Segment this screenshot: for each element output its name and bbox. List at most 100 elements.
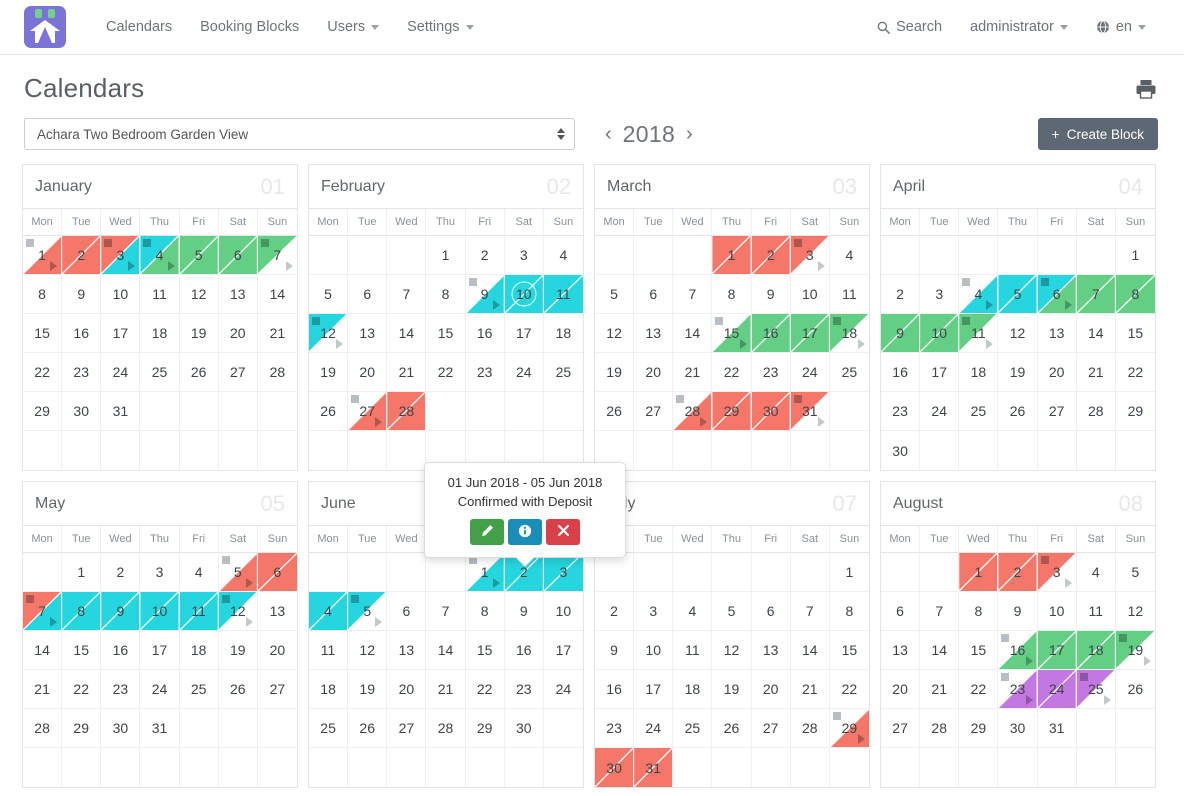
day-cell-may-22[interactable]: 22: [62, 670, 101, 709]
day-cell-january-5[interactable]: 5: [180, 236, 219, 275]
day-cell-april-29[interactable]: 29: [1116, 392, 1155, 431]
day-cell-march-9[interactable]: 9: [752, 275, 791, 314]
day-cell-august-17[interactable]: 17: [1038, 631, 1077, 670]
day-cell-february-26[interactable]: 26: [309, 392, 348, 431]
day-cell-july-7[interactable]: 7: [791, 592, 830, 631]
day-cell-april-15[interactable]: 15: [1116, 314, 1155, 353]
day-cell-february-3[interactable]: 3: [505, 236, 544, 275]
day-cell-january-30[interactable]: 30: [62, 392, 101, 431]
day-cell-january-17[interactable]: 17: [101, 314, 140, 353]
day-cell-june-30[interactable]: 30: [505, 709, 544, 748]
day-cell-june-29[interactable]: 29: [466, 709, 505, 748]
day-cell-march-16[interactable]: 16: [752, 314, 791, 353]
day-cell-january-14[interactable]: 14: [258, 275, 297, 314]
day-cell-june-28[interactable]: 28: [426, 709, 465, 748]
day-cell-july-16[interactable]: 16: [595, 670, 634, 709]
day-cell-august-24[interactable]: 24: [1038, 670, 1077, 709]
day-cell-august-12[interactable]: 12: [1116, 592, 1155, 631]
day-cell-january-16[interactable]: 16: [62, 314, 101, 353]
day-cell-august-20[interactable]: 20: [881, 670, 920, 709]
day-cell-may-29[interactable]: 29: [62, 709, 101, 748]
day-cell-march-26[interactable]: 26: [595, 392, 634, 431]
day-cell-may-27[interactable]: 27: [258, 670, 297, 709]
day-cell-august-19[interactable]: 19: [1116, 631, 1155, 670]
day-cell-june-15[interactable]: 15: [466, 631, 505, 670]
day-cell-april-21[interactable]: 21: [1077, 353, 1116, 392]
prev-year-button[interactable]: ‹: [605, 124, 612, 144]
day-cell-march-22[interactable]: 22: [712, 353, 751, 392]
day-cell-may-4[interactable]: 4: [180, 553, 219, 592]
day-cell-march-23[interactable]: 23: [752, 353, 791, 392]
day-cell-april-20[interactable]: 20: [1038, 353, 1077, 392]
day-cell-may-31[interactable]: 31: [140, 709, 179, 748]
day-cell-march-21[interactable]: 21: [673, 353, 712, 392]
day-cell-august-11[interactable]: 11: [1077, 592, 1116, 631]
day-cell-january-7[interactable]: 7: [258, 236, 297, 275]
day-cell-august-29[interactable]: 29: [959, 709, 998, 748]
day-cell-august-6[interactable]: 6: [881, 592, 920, 631]
day-cell-march-12[interactable]: 12: [595, 314, 634, 353]
day-cell-january-15[interactable]: 15: [23, 314, 62, 353]
day-cell-june-22[interactable]: 22: [466, 670, 505, 709]
day-cell-may-8[interactable]: 8: [62, 592, 101, 631]
day-cell-april-5[interactable]: 5: [998, 275, 1037, 314]
day-cell-february-17[interactable]: 17: [505, 314, 544, 353]
day-cell-august-3[interactable]: 3: [1038, 553, 1077, 592]
day-cell-july-21[interactable]: 21: [791, 670, 830, 709]
day-cell-july-31[interactable]: 31: [634, 748, 673, 787]
day-cell-february-25[interactable]: 25: [544, 353, 583, 392]
day-cell-july-4[interactable]: 4: [673, 592, 712, 631]
nav-link-calendars[interactable]: Calendars: [92, 11, 186, 43]
day-cell-july-6[interactable]: 6: [752, 592, 791, 631]
day-cell-april-18[interactable]: 18: [959, 353, 998, 392]
day-cell-august-2[interactable]: 2: [998, 553, 1037, 592]
day-cell-may-19[interactable]: 19: [219, 631, 258, 670]
day-cell-march-6[interactable]: 6: [634, 275, 673, 314]
day-cell-january-8[interactable]: 8: [23, 275, 62, 314]
day-cell-february-20[interactable]: 20: [348, 353, 387, 392]
day-cell-march-1[interactable]: 1: [712, 236, 751, 275]
create-block-button[interactable]: + Create Block: [1038, 118, 1158, 150]
day-cell-may-10[interactable]: 10: [140, 592, 179, 631]
day-cell-may-16[interactable]: 16: [101, 631, 140, 670]
day-cell-july-13[interactable]: 13: [752, 631, 791, 670]
day-cell-january-20[interactable]: 20: [219, 314, 258, 353]
day-cell-april-22[interactable]: 22: [1116, 353, 1155, 392]
print-icon[interactable]: [1134, 77, 1158, 106]
day-cell-august-10[interactable]: 10: [1038, 592, 1077, 631]
day-cell-february-24[interactable]: 24: [505, 353, 544, 392]
day-cell-may-5[interactable]: 5: [219, 553, 258, 592]
day-cell-august-15[interactable]: 15: [959, 631, 998, 670]
day-cell-may-18[interactable]: 18: [180, 631, 219, 670]
day-cell-april-4[interactable]: 4: [959, 275, 998, 314]
day-cell-february-23[interactable]: 23: [466, 353, 505, 392]
day-cell-may-24[interactable]: 24: [140, 670, 179, 709]
day-cell-february-27[interactable]: 27: [348, 392, 387, 431]
day-cell-january-21[interactable]: 21: [258, 314, 297, 353]
day-cell-march-3[interactable]: 3: [791, 236, 830, 275]
day-cell-july-2[interactable]: 2: [595, 592, 634, 631]
day-cell-february-19[interactable]: 19: [309, 353, 348, 392]
day-cell-january-1[interactable]: 1: [23, 236, 62, 275]
day-cell-april-23[interactable]: 23: [881, 392, 920, 431]
day-cell-may-1[interactable]: 1: [62, 553, 101, 592]
day-cell-march-7[interactable]: 7: [673, 275, 712, 314]
day-cell-april-1[interactable]: 1: [1116, 236, 1155, 275]
day-cell-february-12[interactable]: 12: [309, 314, 348, 353]
day-cell-april-11[interactable]: 11: [959, 314, 998, 353]
day-cell-march-4[interactable]: 4: [830, 236, 869, 275]
info-booking-button[interactable]: [508, 519, 542, 545]
day-cell-july-1[interactable]: 1: [830, 553, 869, 592]
day-cell-february-21[interactable]: 21: [387, 353, 426, 392]
day-cell-april-27[interactable]: 27: [1038, 392, 1077, 431]
day-cell-april-6[interactable]: 6: [1038, 275, 1077, 314]
day-cell-february-2[interactable]: 2: [466, 236, 505, 275]
day-cell-may-2[interactable]: 2: [101, 553, 140, 592]
day-cell-may-14[interactable]: 14: [23, 631, 62, 670]
day-cell-june-19[interactable]: 19: [348, 670, 387, 709]
day-cell-august-1[interactable]: 1: [959, 553, 998, 592]
day-cell-august-4[interactable]: 4: [1077, 553, 1116, 592]
day-cell-february-6[interactable]: 6: [348, 275, 387, 314]
day-cell-july-5[interactable]: 5: [712, 592, 751, 631]
day-cell-may-28[interactable]: 28: [23, 709, 62, 748]
